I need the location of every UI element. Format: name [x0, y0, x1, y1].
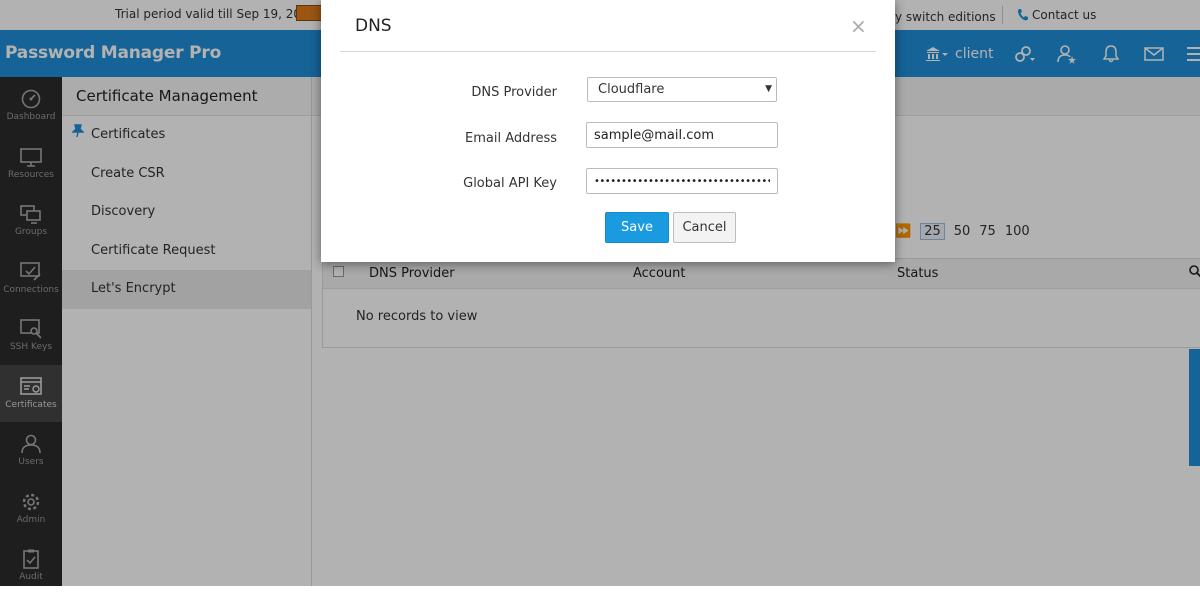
dns-provider-value: Cloudflare	[598, 82, 665, 97]
dropdown-arrow-icon: ▼	[765, 84, 772, 94]
dns-provider-select[interactable]: Cloudflare ▼	[587, 77, 777, 102]
save-button[interactable]: Save	[605, 212, 669, 243]
divider	[340, 51, 876, 52]
dns-provider-label: DNS Provider	[471, 85, 557, 100]
email-address-label: Email Address	[465, 131, 557, 146]
dns-dialog: DNS × DNS Provider Cloudflare ▼ Email Ad…	[321, 0, 895, 262]
global-api-key-field[interactable]	[586, 168, 778, 194]
dialog-title: DNS	[355, 16, 392, 36]
cancel-button[interactable]: Cancel	[673, 212, 736, 243]
close-icon[interactable]: ×	[850, 14, 867, 38]
global-api-key-label: Global API Key	[463, 176, 557, 191]
email-address-field[interactable]	[586, 122, 778, 148]
